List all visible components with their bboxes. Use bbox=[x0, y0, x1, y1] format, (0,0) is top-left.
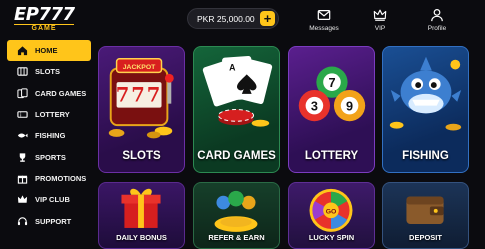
headset-icon bbox=[17, 216, 28, 227]
sidebar-item-label: SLOTS bbox=[35, 67, 61, 77]
sidebar-item-label: SPORTS bbox=[35, 152, 66, 162]
lottery-icon bbox=[17, 109, 28, 120]
feature-card-label: REFER & EARN bbox=[208, 233, 265, 242]
daily-bonus-card[interactable]: DAILY BONUS bbox=[98, 182, 185, 249]
people-icon bbox=[214, 190, 258, 232]
game-card-label: SLOTS bbox=[122, 150, 161, 162]
lottery-ball-number: 3 bbox=[311, 100, 318, 114]
gift-icon bbox=[17, 173, 28, 184]
playing-cards-icon: A bbox=[202, 56, 273, 127]
sidebar-item-label: CARD GAMES bbox=[35, 88, 87, 98]
lucky-spin-card[interactable]: GO LUCKY SPIN bbox=[288, 182, 375, 249]
sidebar-item-label: HOME bbox=[35, 46, 58, 56]
feature-card-label: DEPOSIT bbox=[409, 233, 442, 242]
home-icon bbox=[17, 45, 28, 56]
add-funds-button[interactable]: + bbox=[260, 11, 275, 26]
slots-icon bbox=[17, 66, 28, 77]
sidebar-item-promotions[interactable]: PROMOTIONS bbox=[7, 168, 91, 189]
sidebar-item-label: SUPPORT bbox=[35, 216, 72, 226]
deposit-card[interactable]: DEPOSIT bbox=[382, 182, 469, 249]
messages-label: Messages bbox=[309, 25, 339, 32]
sidebar-item-fishing[interactable]: FISHING bbox=[7, 125, 91, 146]
balance-amount: PKR 25,000.00 bbox=[197, 13, 255, 24]
spin-wheel-icon: GO bbox=[309, 188, 353, 232]
game-card-label: LOTTERY bbox=[304, 150, 359, 162]
game-card-label: CARD GAMES bbox=[197, 150, 276, 162]
cards-icon bbox=[17, 88, 28, 99]
sidebar-item-card-games[interactable]: CARD GAMES bbox=[7, 83, 91, 104]
game-card-slots[interactable]: JACKPOT 777 SLOTS bbox=[98, 46, 185, 173]
sidebar-item-label: VIP CLUB bbox=[35, 195, 70, 205]
sidebar-item-label: LOTTERY bbox=[35, 110, 70, 120]
wallet-icon bbox=[406, 196, 444, 225]
sidebar-item-label: PROMOTIONS bbox=[35, 173, 87, 183]
refer-earn-card[interactable]: REFER & EARN bbox=[193, 182, 280, 249]
lottery-ball-number: 9 bbox=[346, 100, 353, 114]
vip-button[interactable]: VIP bbox=[368, 8, 392, 34]
game-card-card-games[interactable]: A CARD GAMES bbox=[193, 46, 280, 173]
trophy-icon bbox=[17, 152, 28, 163]
slot-reels: 777 bbox=[116, 84, 163, 107]
sidebar-item-slots[interactable]: SLOTS bbox=[7, 61, 91, 82]
crown-icon bbox=[17, 194, 28, 205]
profile-label: Profile bbox=[427, 25, 447, 32]
sidebar-item-label: FISHING bbox=[35, 131, 66, 141]
spin-wheel-text: GO bbox=[326, 208, 337, 215]
slot-machine-icon: JACKPOT 777 bbox=[108, 57, 174, 139]
shark-icon bbox=[389, 56, 462, 131]
sidebar-item-home[interactable]: HOME bbox=[7, 40, 91, 62]
gift-box-icon bbox=[121, 188, 161, 228]
sidebar-item-sports[interactable]: SPORTS bbox=[7, 146, 91, 167]
brand-subtitle: GAME bbox=[14, 24, 74, 33]
brand-name: EP777 bbox=[14, 4, 75, 25]
vip-label: VIP bbox=[374, 25, 386, 32]
sidebar-item-vip-club[interactable]: VIP CLUB bbox=[7, 189, 91, 210]
feature-card-label: LUCKY SPIN bbox=[308, 233, 355, 242]
lottery-balls-icon: 7 3 9 bbox=[298, 66, 366, 122]
feature-card-label: DAILY BONUS bbox=[116, 233, 167, 242]
sidebar-nav: HOME SLOTS CARD GAMES LOTTERY FISHING SP… bbox=[7, 40, 91, 232]
fishing-icon bbox=[17, 130, 28, 141]
sidebar-item-lottery[interactable]: LOTTERY bbox=[7, 104, 91, 125]
user-icon bbox=[431, 8, 443, 22]
lottery-ball-number: 7 bbox=[328, 76, 335, 90]
game-card-lottery[interactable]: 7 3 9 LOTTERY bbox=[288, 46, 375, 173]
jackpot-badge: JACKPOT bbox=[123, 64, 156, 71]
sidebar-item-support[interactable]: SUPPORT bbox=[7, 210, 91, 231]
mail-icon bbox=[317, 10, 331, 20]
brand-logo[interactable]: EP777 GAME bbox=[14, 6, 80, 32]
profile-button[interactable]: Profile bbox=[424, 8, 450, 34]
messages-button[interactable]: Messages bbox=[308, 8, 340, 34]
game-card-label: FISHING bbox=[402, 150, 449, 162]
balance-pill[interactable]: PKR 25,000.00 + bbox=[187, 8, 279, 29]
svg-text:A: A bbox=[229, 62, 236, 72]
crown-icon bbox=[373, 9, 387, 21]
game-card-fishing[interactable]: FISHING bbox=[382, 46, 469, 173]
